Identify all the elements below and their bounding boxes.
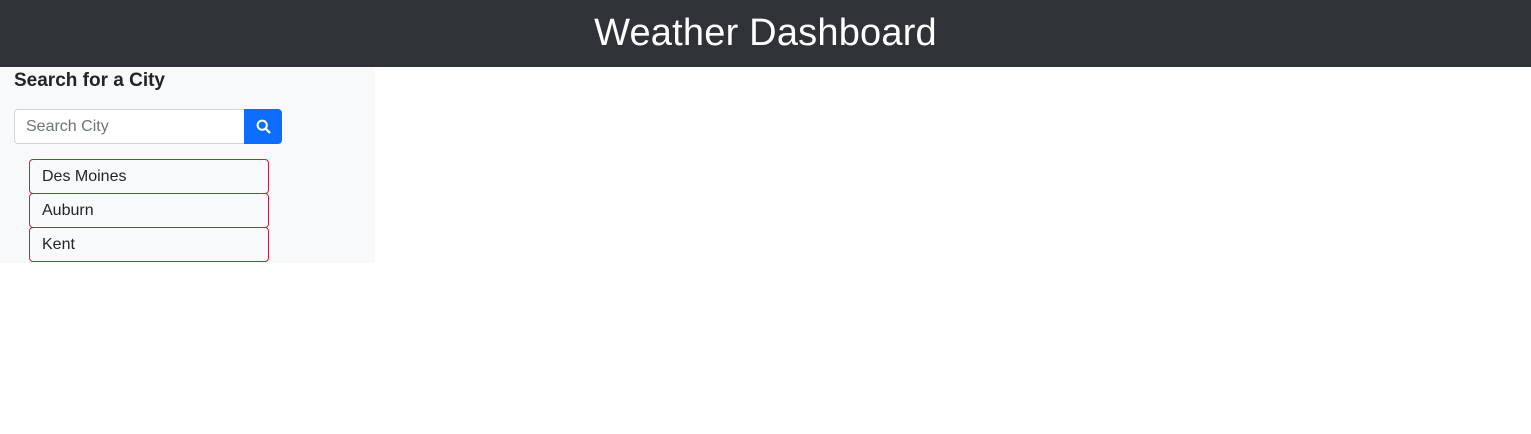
search-history-list: Des Moines Auburn Kent xyxy=(29,159,269,262)
sidebar: Search for a City Des Moines Auburn Kent xyxy=(0,67,375,263)
search-group xyxy=(14,109,282,144)
search-icon xyxy=(256,119,271,134)
app-header: Weather Dashboard xyxy=(0,0,1531,67)
search-button[interactable] xyxy=(244,109,282,144)
search-input[interactable] xyxy=(14,109,245,144)
history-city-button[interactable]: Kent xyxy=(29,227,269,262)
history-city-button[interactable]: Des Moines xyxy=(29,159,269,194)
history-city-button[interactable]: Auburn xyxy=(29,193,269,228)
page-title: Weather Dashboard xyxy=(594,12,937,54)
search-heading: Search for a City xyxy=(14,70,165,91)
